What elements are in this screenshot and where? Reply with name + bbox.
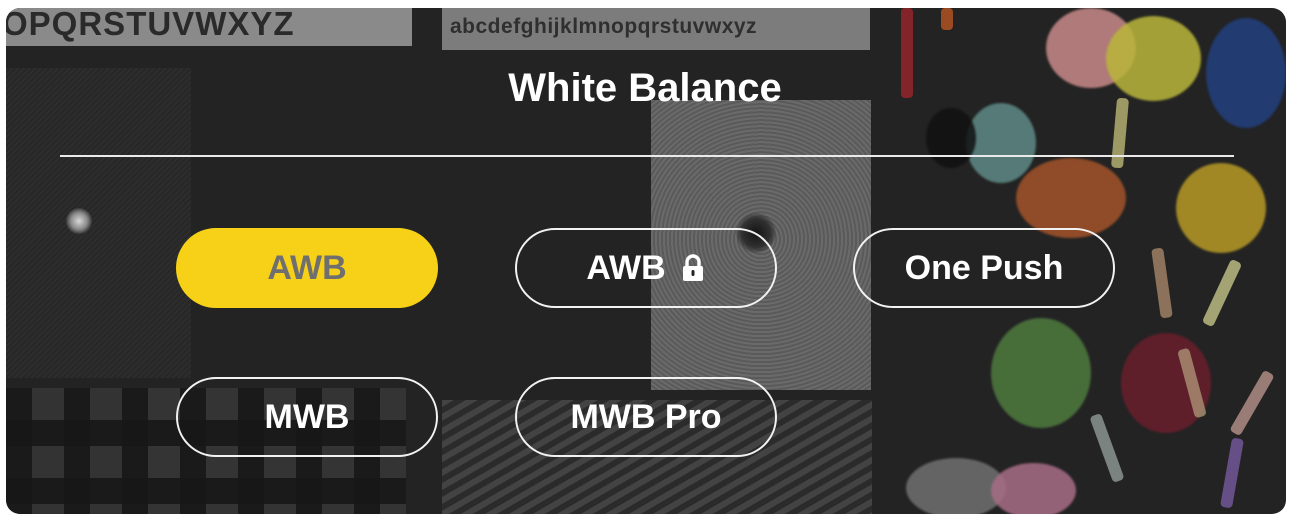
awb-lock-label: AWB bbox=[586, 248, 666, 287]
yarn-cyan bbox=[966, 103, 1036, 183]
yarn-dark bbox=[926, 108, 976, 168]
test-chart-uppercase: OPQRSTUVWXYZ bbox=[6, 8, 412, 46]
chalk-6 bbox=[1089, 413, 1125, 483]
lock-icon bbox=[680, 253, 706, 283]
test-chart-lowercase: abcdefghijklmnopqrstuvwxyz bbox=[442, 8, 870, 50]
page-title: White Balance bbox=[508, 66, 782, 110]
chalk-5 bbox=[1229, 369, 1275, 437]
divider bbox=[60, 155, 1234, 157]
mwb-label: MWB bbox=[264, 397, 350, 436]
yarn-rose bbox=[991, 463, 1076, 514]
yarn-orange bbox=[1016, 158, 1126, 238]
one-push-button[interactable]: One Push bbox=[853, 228, 1115, 308]
chalk-7 bbox=[1220, 437, 1244, 509]
awb-lock-button[interactable]: AWB bbox=[515, 228, 777, 308]
chalk-3 bbox=[1201, 258, 1243, 328]
mwb-pro-label: MWB Pro bbox=[570, 397, 722, 436]
yarn-green bbox=[991, 318, 1091, 428]
chalk-2 bbox=[1151, 247, 1173, 319]
awb-label: AWB bbox=[267, 248, 347, 287]
one-push-label: One Push bbox=[904, 248, 1064, 287]
resolution-board-left bbox=[6, 68, 191, 378]
yarn-yellow-2 bbox=[1176, 163, 1266, 253]
awb-button[interactable]: AWB bbox=[176, 228, 438, 308]
orange-stick bbox=[941, 8, 953, 30]
light-spot bbox=[66, 208, 92, 234]
mwb-pro-button[interactable]: MWB Pro bbox=[515, 377, 777, 457]
mwb-button[interactable]: MWB bbox=[176, 377, 438, 457]
